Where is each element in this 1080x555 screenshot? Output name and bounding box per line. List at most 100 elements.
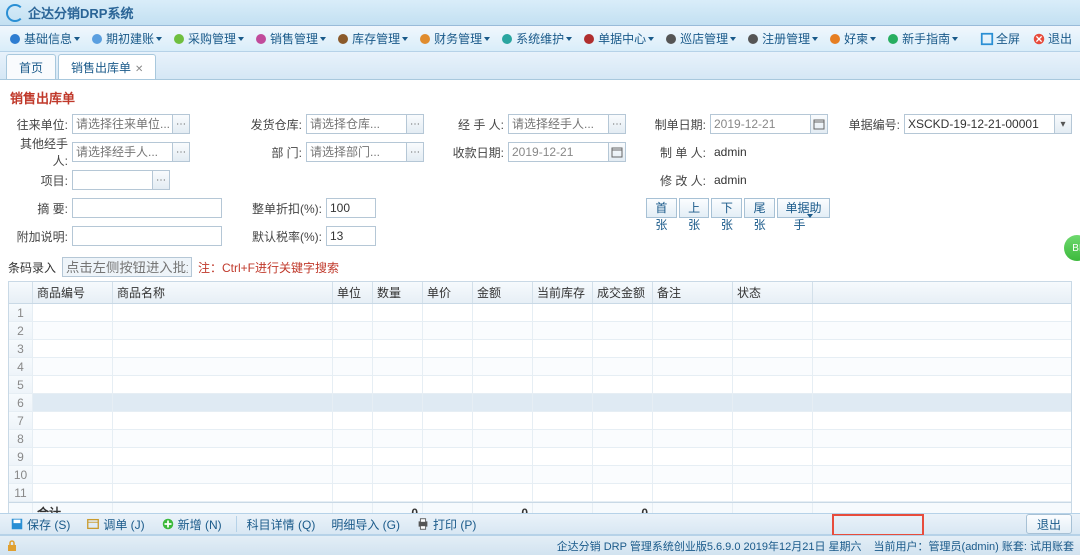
table-row[interactable]: 8	[9, 430, 1071, 448]
menu-icon	[8, 32, 22, 46]
save-button[interactable]: 保存 (S)	[4, 514, 76, 534]
footer-deal: 0	[593, 503, 653, 513]
table-row[interactable]: 9	[9, 448, 1071, 466]
other-handler-input[interactable]	[72, 142, 172, 162]
table-row[interactable]: 3	[9, 340, 1071, 358]
chevron-down-icon	[74, 37, 80, 41]
menu-init[interactable]: 期初建账	[86, 28, 166, 50]
menu-favorites[interactable]: 好柬	[824, 28, 880, 50]
col-unit[interactable]: 单位	[333, 282, 373, 303]
menu-finance[interactable]: 财务管理	[414, 28, 494, 50]
table-row[interactable]: 11	[9, 484, 1071, 502]
receipt-date-input[interactable]	[508, 142, 608, 162]
table-row[interactable]: 10	[9, 466, 1071, 484]
dept-trigger[interactable]: ⋯	[406, 142, 424, 162]
col-remark[interactable]: 备注	[653, 282, 733, 303]
calendar-icon	[611, 146, 623, 158]
nav-last-button[interactable]: 尾张	[744, 198, 775, 218]
adjust-icon	[86, 517, 100, 531]
tab-sales-out[interactable]: 销售出库单✕	[58, 54, 156, 79]
tab-home[interactable]: 首页	[6, 54, 56, 79]
fullscreen-button[interactable]: 全屏	[976, 30, 1024, 47]
save-icon	[10, 517, 24, 531]
main-menu: 基础信息期初建账采购管理销售管理库存管理财务管理系统维护单据中心巡店管理注册管理…	[0, 26, 1080, 52]
menu-purchase[interactable]: 采购管理	[168, 28, 248, 50]
col-stock[interactable]: 当前库存	[533, 282, 593, 303]
nav-helper-button[interactable]: 单据助手	[777, 198, 830, 218]
handler-input[interactable]	[508, 114, 608, 134]
receipt-date-trigger[interactable]	[608, 142, 626, 162]
addnote-input[interactable]	[72, 226, 222, 246]
col-qty[interactable]: 数量	[373, 282, 423, 303]
menu-base[interactable]: 基础信息	[4, 28, 84, 50]
menu-register[interactable]: 注册管理	[742, 28, 822, 50]
chevron-down-icon	[812, 37, 818, 41]
warehouse-input[interactable]	[306, 114, 406, 134]
chevron-down-icon	[156, 37, 162, 41]
summary-input[interactable]	[72, 198, 222, 218]
table-row[interactable]: 5	[9, 376, 1071, 394]
menu-sysmaint[interactable]: 系统维护	[496, 28, 576, 50]
chevron-down-icon	[566, 37, 572, 41]
lock-icon	[6, 540, 18, 552]
table-row[interactable]: 4	[9, 358, 1071, 376]
barcode-input[interactable]	[62, 257, 192, 277]
menu-icon	[886, 32, 900, 46]
chevron-down-icon	[730, 37, 736, 41]
nav-next-button[interactable]: 下张	[711, 198, 742, 218]
default-tax-input[interactable]	[326, 226, 376, 246]
menu-reports[interactable]: 单据中心	[578, 28, 658, 50]
make-date-input[interactable]	[710, 114, 810, 134]
project-trigger[interactable]: ⋯	[152, 170, 170, 190]
adjust-button[interactable]: 调单 (J)	[80, 514, 150, 534]
warehouse-trigger[interactable]: ⋯	[406, 114, 424, 134]
make-date-trigger[interactable]	[810, 114, 828, 134]
maker-value: admin	[710, 145, 747, 159]
print-icon	[416, 517, 430, 531]
nav-first-button[interactable]: 首张	[646, 198, 677, 218]
docno-input[interactable]	[904, 114, 1054, 134]
table-row[interactable]: 7	[9, 412, 1071, 430]
print-button[interactable]: 打印 (P)	[410, 514, 482, 534]
toolbar-exit-button[interactable]: 退出	[1026, 514, 1072, 534]
other-handler-trigger[interactable]: ⋯	[172, 142, 190, 162]
modifier-value: admin	[710, 173, 747, 187]
status-left: 企达分销 DRP 管理系统创业版5.6.9.0 2019年12月21日 星期六	[557, 538, 862, 554]
chevron-down-icon	[320, 37, 326, 41]
nav-prev-button[interactable]: 上张	[679, 198, 710, 218]
menu-guide[interactable]: 新手指南	[882, 28, 962, 50]
import-button[interactable]: 明细导入 (G)	[325, 514, 406, 534]
detail-button[interactable]: 科目详情 (Q)	[241, 514, 322, 534]
docno-trigger[interactable]: ▾	[1054, 114, 1072, 134]
close-icon[interactable]: ✕	[135, 64, 143, 75]
customer-input[interactable]	[72, 114, 172, 134]
col-price[interactable]: 单价	[423, 282, 473, 303]
col-amt[interactable]: 金额	[473, 282, 533, 303]
menu-stock[interactable]: 库存管理	[332, 28, 412, 50]
menu-sales[interactable]: 销售管理	[250, 28, 330, 50]
handler-trigger[interactable]: ⋯	[608, 114, 626, 134]
order-discount-input[interactable]	[326, 198, 376, 218]
barcode-hint: 注：Ctrl+F进行关键字搜索	[198, 259, 339, 276]
chevron-down-icon	[484, 37, 490, 41]
menu-inspect[interactable]: 巡店管理	[660, 28, 740, 50]
chevron-down-icon	[870, 37, 876, 41]
customer-trigger[interactable]: ⋯	[172, 114, 190, 134]
footer-amt: 0	[473, 503, 533, 513]
exit-button[interactable]: 退出	[1028, 30, 1076, 47]
fullscreen-icon	[980, 32, 994, 46]
menu-icon	[254, 32, 268, 46]
col-deal[interactable]: 成交金额	[593, 282, 653, 303]
barcode-label: 条码录入	[8, 259, 56, 276]
menu-icon	[500, 32, 514, 46]
col-code[interactable]: 商品编号	[33, 282, 113, 303]
new-button[interactable]: 新增 (N)	[155, 514, 228, 534]
project-input[interactable]	[72, 170, 152, 190]
col-state[interactable]: 状态	[733, 282, 813, 303]
table-row[interactable]: 2	[9, 322, 1071, 340]
table-row[interactable]: 6	[9, 394, 1071, 412]
col-name[interactable]: 商品名称	[113, 282, 333, 303]
table-row[interactable]: 1	[9, 304, 1071, 322]
exit-icon	[1032, 32, 1046, 46]
dept-input[interactable]	[306, 142, 406, 162]
